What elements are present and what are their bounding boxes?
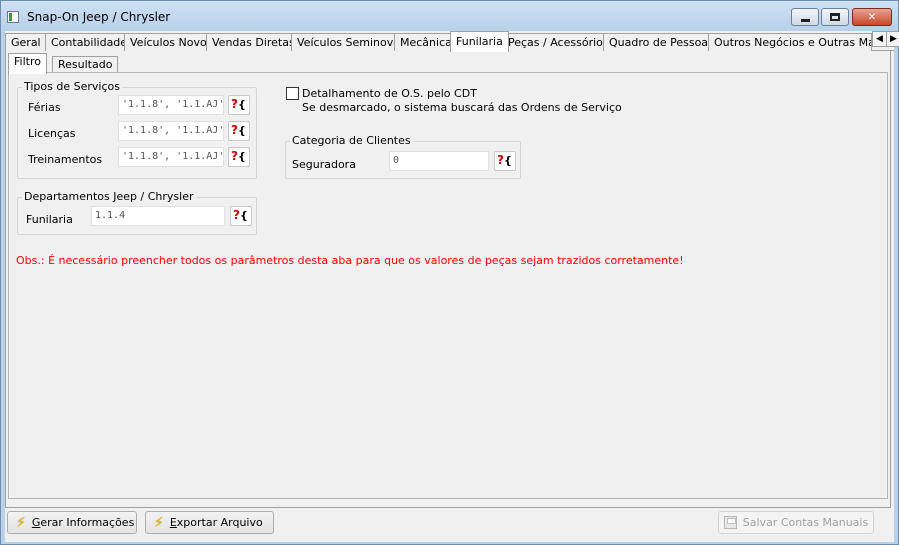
salvar-contas-manuais-label: Salvar Contas Manuais	[742, 516, 869, 529]
subtab-resultado[interactable]: Resultado	[52, 56, 119, 73]
treinamentos-field[interactable]: '1.1.8', '1.1.AJ'	[118, 147, 224, 167]
funilaria-lookup-button[interactable]: ?{	[230, 206, 252, 226]
departamentos-legend: Departamentos Jeep / Chrysler	[22, 190, 196, 203]
close-icon: ✕	[867, 11, 877, 23]
tab-contabilidade[interactable]: Contabilidade	[45, 33, 134, 51]
tipos-servicos-group: Tipos de Serviços Férias '1.1.8', '1.1.A…	[17, 80, 257, 179]
window-title: Snap-On Jeep / Chrysler	[27, 10, 171, 24]
subtab-filtro[interactable]: Filtro	[8, 53, 47, 74]
ferias-label: Férias	[28, 101, 61, 114]
seguradora-label: Seguradora	[292, 158, 356, 171]
close-button[interactable]: ✕	[852, 8, 892, 26]
departamentos-group: Departamentos Jeep / Chrysler Funilaria …	[17, 190, 257, 235]
main-window: Snap-On Jeep / Chrysler ✕ Geral Contabil…	[0, 0, 899, 545]
tab-pecas-acessorios[interactable]: Peças / Acessórios	[502, 33, 615, 51]
licencas-field[interactable]: '1.1.8', '1.1.AJ'	[118, 121, 224, 141]
treinamentos-label: Treinamentos	[28, 153, 103, 166]
client-area: Geral Contabilidade Veículos Novos Venda…	[5, 31, 899, 542]
gerar-informacoes-button[interactable]: ⚡ Gerar Informações	[7, 511, 137, 534]
seguradora-field[interactable]: 0	[389, 151, 489, 171]
tab-geral[interactable]: Geral	[5, 33, 47, 51]
tab-quadro-de-pessoas[interactable]: Quadro de Pessoas	[603, 33, 720, 51]
arrow-left-icon: ◀	[876, 34, 883, 44]
minimize-icon	[800, 18, 810, 22]
tab-veiculos-novos[interactable]: Veículos Novos	[124, 33, 219, 51]
arrow-right-icon: ▶	[890, 34, 897, 44]
salvar-contas-manuais-button[interactable]: Salvar Contas Manuais	[718, 511, 874, 534]
gerar-informacoes-label: Gerar Informações	[31, 516, 135, 529]
detalhamento-label[interactable]: Detalhamento de O.S. pelo CDT	[302, 87, 477, 100]
detalhamento-hint: Se desmarcado, o sistema buscará das Ord…	[302, 101, 622, 114]
tipos-servicos-legend: Tipos de Serviços	[22, 80, 122, 93]
ferias-field[interactable]: '1.1.8', '1.1.AJ'	[118, 95, 224, 115]
licencas-lookup-button[interactable]: ?{	[228, 121, 250, 141]
title-bar[interactable]: Snap-On Jeep / Chrysler ✕	[1, 1, 898, 31]
tab-mecanica[interactable]: Mecânica	[394, 33, 458, 51]
detalhamento-checkbox[interactable]	[286, 87, 299, 100]
treinamentos-lookup-button[interactable]: ?{	[228, 147, 250, 167]
tab-vendas-diretas[interactable]: Vendas Diretas	[206, 33, 301, 51]
categoria-clientes-group: Categoria de Clientes Seguradora 0 ?{	[285, 134, 521, 179]
minimize-button[interactable]	[791, 8, 819, 26]
exportar-arquivo-button[interactable]: ⚡ Exportar Arquivo	[145, 511, 274, 534]
lightning-icon: ⚡	[16, 514, 26, 531]
lightning-icon: ⚡	[154, 514, 164, 531]
save-icon	[723, 516, 737, 529]
licencas-label: Licenças	[28, 127, 76, 140]
tab-scroll-left-button[interactable]: ◀	[872, 31, 887, 47]
ferias-lookup-button[interactable]: ?{	[228, 95, 250, 115]
tab-outros-negocios[interactable]: Outros Negócios e Outras Mar	[708, 33, 872, 51]
tab-funilaria[interactable]: Funilaria	[450, 31, 509, 52]
app-icon	[7, 11, 19, 23]
seguradora-lookup-button[interactable]: ?{	[494, 151, 516, 171]
funilaria-panel: Filtro Resultado Tipos de Serviços Féria…	[5, 51, 891, 508]
main-tabs: Geral Contabilidade Veículos Novos Venda…	[5, 31, 899, 52]
funilaria-label: Funilaria	[26, 213, 73, 226]
maximize-icon	[830, 13, 840, 21]
funilaria-field[interactable]: 1.1.4	[91, 206, 225, 226]
tab-scroll-right-button[interactable]: ▶	[886, 31, 899, 47]
categoria-clientes-legend: Categoria de Clientes	[290, 134, 413, 147]
filtro-panel: Tipos de Serviços Férias '1.1.8', '1.1.A…	[8, 72, 888, 499]
maximize-button[interactable]	[821, 8, 849, 26]
exportar-arquivo-label: Exportar Arquivo	[169, 516, 263, 529]
obs-warning-text: Obs.: É necessário preencher todos os pa…	[16, 254, 684, 267]
